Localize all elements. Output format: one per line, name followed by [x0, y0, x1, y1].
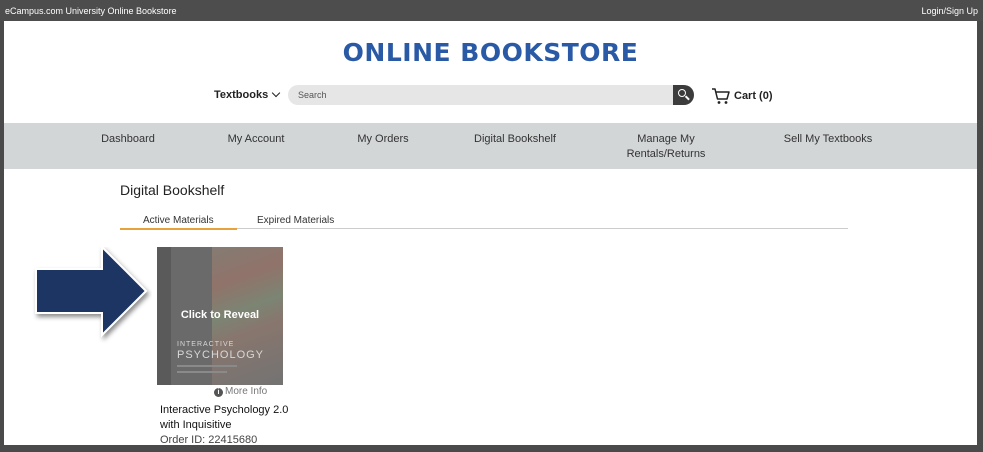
chevron-down-icon — [271, 88, 281, 98]
page-content: ONLINE BOOKSTORE Textbooks Cart (0) — [4, 21, 977, 445]
more-info-label: More Info — [225, 386, 268, 397]
cart-icon — [712, 88, 730, 104]
top-bar: eCampus.com University Online Bookstore … — [0, 0, 983, 21]
textbooks-dropdown[interactable]: Textbooks — [214, 88, 281, 101]
book-cover[interactable]: Click to Reveal INTERACTIVE PSYCHOLOGY — [157, 247, 283, 385]
more-info-link[interactable]: i More Info — [214, 386, 267, 397]
cover-title-line1: INTERACTIVE — [177, 341, 235, 348]
nav-manage-label-2: Rentals/Returns — [626, 148, 706, 160]
order-id: Order ID: 22415680 — [160, 434, 258, 445]
brand-title: ONLINE BOOKSTORE — [342, 38, 639, 67]
search-button[interactable] — [673, 85, 694, 105]
nav-manage-label-1: Manage My — [637, 133, 695, 145]
nav-digital-bookshelf[interactable]: Digital Bookshelf — [473, 132, 557, 147]
page-title: Digital Bookshelf — [120, 182, 225, 198]
nav-dashboard[interactable]: Dashboard — [101, 132, 155, 147]
click-to-reveal-overlay: Click to Reveal — [180, 309, 260, 321]
site-name: eCampus.com University Online Bookstore — [5, 6, 177, 16]
tab-expired-materials[interactable]: Expired Materials — [257, 215, 334, 226]
material-tabs: Active Materials Expired Materials — [120, 213, 848, 230]
textbooks-label: Textbooks — [214, 89, 269, 101]
nav-sell-textbooks[interactable]: Sell My Textbooks — [783, 132, 873, 147]
nav-manage-rentals[interactable]: Manage My Rentals/Returns — [624, 132, 708, 162]
nav-my-orders[interactable]: My Orders — [357, 132, 409, 147]
tab-active-materials[interactable]: Active Materials — [120, 215, 237, 230]
cart-label: Cart (0) — [734, 90, 773, 102]
main-nav: Dashboard My Account My Orders Digital B… — [4, 123, 977, 169]
search-row: Textbooks Cart (0) — [4, 85, 977, 107]
screenshot-frame: eCampus.com University Online Bookstore … — [0, 0, 983, 452]
pointer-arrow-icon — [35, 247, 148, 338]
cover-title-line2: PSYCHOLOGY — [177, 349, 265, 361]
search-input[interactable] — [298, 85, 668, 105]
book-title: Interactive Psychology 2.0 with Inquisit… — [160, 404, 289, 431]
nav-my-account[interactable]: My Account — [226, 132, 286, 147]
info-icon: i — [214, 388, 223, 397]
search-bar — [288, 85, 694, 105]
login-signup-link[interactable]: Login/Sign Up — [921, 6, 978, 16]
